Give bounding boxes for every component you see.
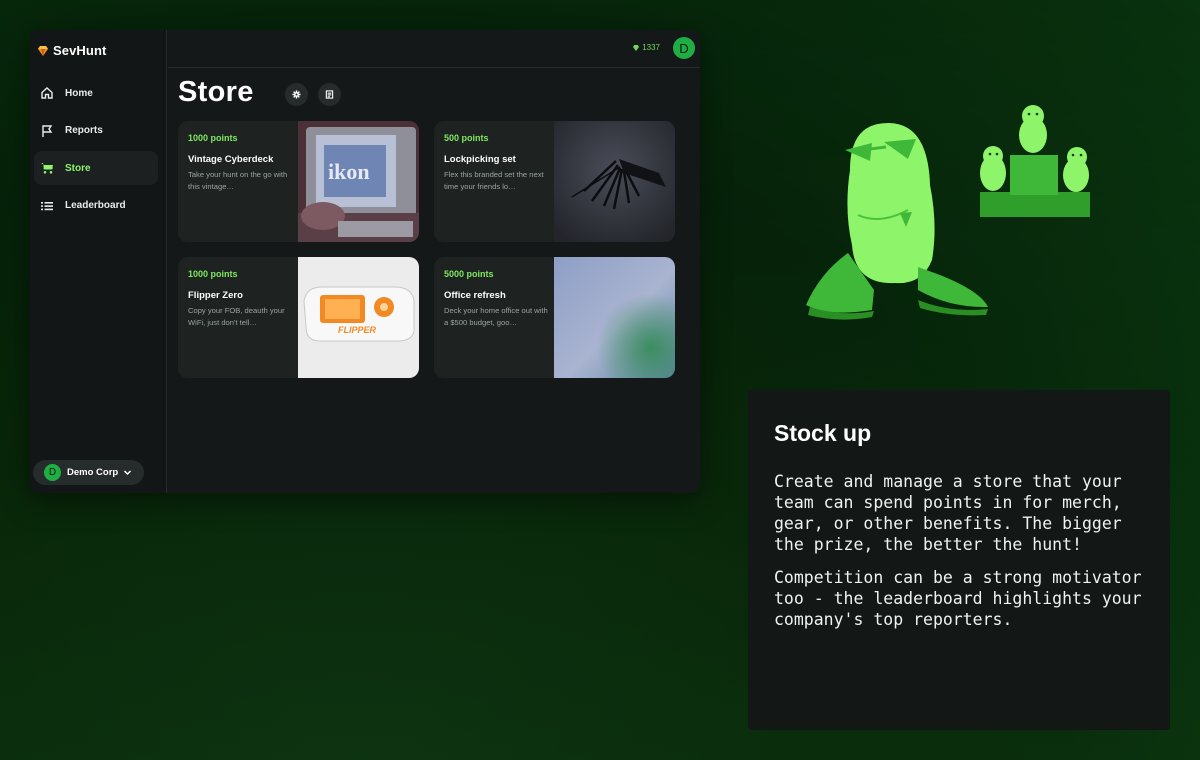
receipt-icon: [325, 90, 334, 99]
sidebar-item-label: Reports: [65, 125, 103, 136]
gear-icon: [292, 90, 301, 99]
store-item-card[interactable]: 500 points Lockpicking set Flex this bra…: [434, 121, 675, 242]
app-window: SevHunt Home Reports Store Leaderboard D…: [30, 30, 700, 493]
store-item-card[interactable]: 5000 points Office refresh Deck your hom…: [434, 257, 675, 378]
item-title: Vintage Cyberdeck: [188, 154, 274, 165]
sidebar-item-home[interactable]: Home: [34, 76, 158, 110]
card-text: 1000 points Vintage Cyberdeck Take your …: [188, 133, 296, 193]
sidebar-item-leaderboard[interactable]: Leaderboard: [34, 189, 158, 223]
item-points: 500 points: [444, 133, 489, 143]
store-settings-button[interactable]: [285, 83, 308, 106]
sidebar-item-label: Leaderboard: [65, 200, 126, 211]
sidebar-item-store[interactable]: Store: [34, 151, 158, 185]
panel-paragraph: Competition can be a strong motivator to…: [774, 568, 1142, 629]
panel-paragraph: Create and manage a store that your team…: [774, 472, 1122, 554]
item-description: Copy your FOB, deauth your WiFi, just do…: [188, 306, 285, 327]
home-icon: [40, 86, 54, 100]
store-orders-button[interactable]: [318, 83, 341, 106]
sidebar-item-reports[interactable]: Reports: [34, 114, 158, 148]
card-text: 5000 points Office refresh Deck your hom…: [444, 269, 552, 329]
svg-text:ikon: ikon: [328, 159, 370, 184]
org-name: Demo Corp: [67, 467, 119, 478]
sidebar-item-label: Store: [65, 162, 91, 174]
item-points: 1000 points: [188, 133, 238, 143]
org-switcher[interactable]: D Demo Corp: [33, 460, 144, 485]
main-mascot: [806, 123, 988, 320]
svg-text:FLIPPER: FLIPPER: [338, 325, 377, 335]
user-avatar[interactable]: D: [673, 37, 695, 59]
flipper-zero-image: FLIPPER: [298, 257, 419, 378]
org-avatar: D: [44, 464, 61, 481]
item-description: Take your hunt on the go with this vinta…: [188, 170, 288, 191]
item-description: Flex this branded set the next time your…: [444, 170, 544, 191]
panel-body: Create and manage a store that your team…: [774, 471, 1149, 642]
points-gem-icon: [633, 44, 640, 51]
cyberdeck-image: ikon: [298, 121, 419, 242]
lockpick-set-image: [554, 121, 675, 242]
brand[interactable]: SevHunt: [38, 43, 106, 58]
store-item-card[interactable]: 1000 points Vintage Cyberdeck Take your …: [178, 121, 419, 242]
top-bar: 1337 D: [168, 30, 700, 68]
sidebar: SevHunt Home Reports Store Leaderboard D…: [30, 30, 167, 493]
list-icon: [40, 199, 54, 213]
office-refresh-image: [554, 257, 675, 378]
mascot-illustration: [806, 105, 1090, 320]
cart-icon: [40, 161, 54, 175]
item-title: Flipper Zero: [188, 290, 243, 301]
page-title: Store: [178, 76, 254, 108]
feature-panel: Stock up Create and manage a store that …: [748, 390, 1170, 730]
item-title: Office refresh: [444, 290, 506, 301]
card-text: 500 points Lockpicking set Flex this bra…: [444, 133, 552, 193]
flag-icon: [40, 124, 54, 138]
item-description: Deck your home office out with a $500 bu…: [444, 306, 548, 327]
points-value: 1337: [642, 43, 660, 52]
points-balance: 1337: [633, 43, 660, 52]
sidebar-nav: Home Reports Store Leaderboard: [34, 76, 158, 226]
store-item-card[interactable]: 1000 points Flipper Zero Copy your FOB, …: [178, 257, 419, 378]
item-points: 1000 points: [188, 269, 238, 279]
sidebar-item-label: Home: [65, 87, 93, 99]
podium-mascots: [980, 105, 1090, 217]
item-points: 5000 points: [444, 269, 494, 279]
item-title: Lockpicking set: [444, 154, 516, 165]
card-text: 1000 points Flipper Zero Copy your FOB, …: [188, 269, 296, 329]
brand-name: SevHunt: [53, 43, 107, 58]
chevron-down-icon: [124, 470, 132, 476]
panel-title: Stock up: [774, 420, 872, 446]
gem-logo-icon: [38, 45, 48, 56]
